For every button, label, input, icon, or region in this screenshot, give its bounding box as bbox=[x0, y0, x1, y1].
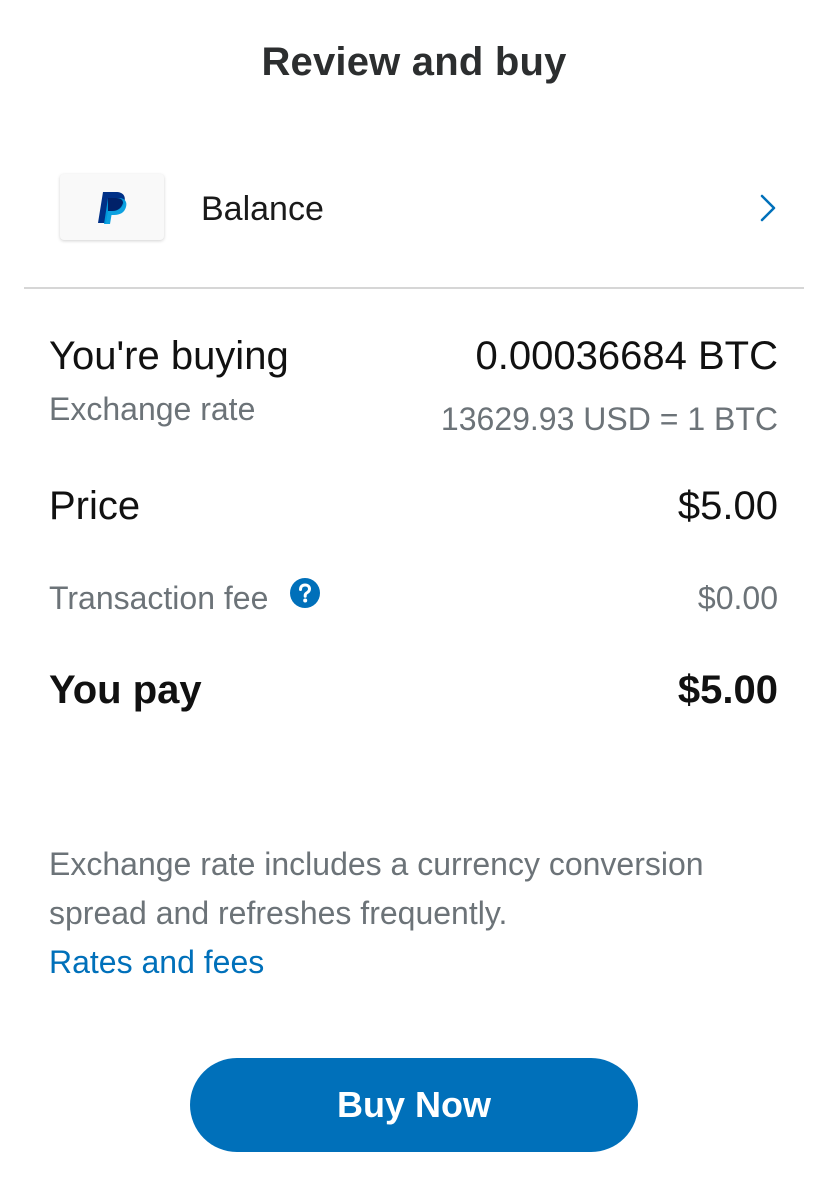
price-label: Price bbox=[49, 484, 141, 528]
transaction-fee-value: $0.00 bbox=[697, 580, 778, 616]
buy-now-button[interactable]: Buy Now bbox=[190, 1058, 638, 1152]
transaction-fee-label: Transaction fee bbox=[49, 580, 269, 616]
price-value: $5.00 bbox=[677, 484, 778, 528]
transaction-fee-row: Transaction fee bbox=[49, 577, 321, 621]
chevron-right-icon bbox=[756, 190, 780, 231]
rates-and-fees-link[interactable]: Rates and fees bbox=[49, 938, 789, 987]
you-pay-label: You pay bbox=[49, 668, 202, 712]
exchange-rate-label: Exchange rate bbox=[49, 391, 256, 427]
exchange-rate-value: 13629.93 USD = 1 BTC bbox=[440, 401, 778, 437]
funding-source-selector[interactable]: Balance bbox=[0, 160, 828, 260]
divider bbox=[24, 287, 804, 289]
paypal-logo-icon bbox=[60, 174, 164, 240]
exchange-rate-disclaimer: Exchange rate includes a currency conver… bbox=[49, 840, 789, 987]
page-title: Review and buy bbox=[261, 40, 567, 84]
question-circle-icon[interactable] bbox=[289, 577, 321, 617]
you-pay-value: $5.00 bbox=[677, 668, 778, 712]
funding-source-label: Balance bbox=[201, 190, 324, 228]
disclaimer-text: Exchange rate includes a currency conver… bbox=[49, 846, 704, 931]
buying-amount: 0.00036684 BTC bbox=[475, 334, 778, 378]
buying-label: You're buying bbox=[49, 334, 289, 378]
